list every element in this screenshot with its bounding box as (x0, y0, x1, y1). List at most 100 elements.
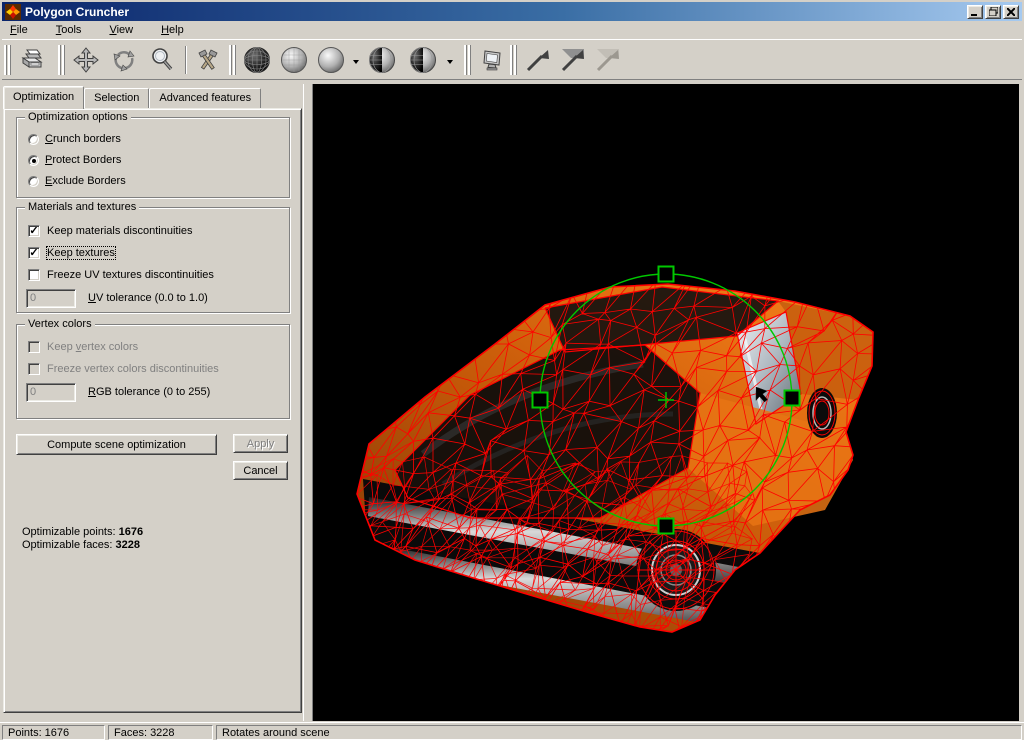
checkbox-freeze-vertex-colors-disabled: Freeze vertex colors discontinuities (28, 363, 219, 375)
printer-icon (21, 49, 43, 68)
zoom-button[interactable] (146, 44, 178, 76)
compute-scene-optimization-button[interactable]: Compute scene optimization (16, 434, 217, 455)
status-bar: Points: 1676 Faces: 3228 Rotates around … (0, 722, 1024, 740)
manipulator-handle-bottom[interactable] (657, 517, 675, 535)
checkbox-label: Freeze UV textures discontinuities (47, 269, 214, 281)
smooth-sphere-icon (318, 47, 344, 73)
radio-exclude-borders[interactable]: Exclude Borders (28, 175, 126, 187)
checkbox-disabled (28, 341, 40, 353)
group-title: Vertex colors (25, 318, 95, 330)
radio-label: Protect Borders (45, 154, 122, 166)
radio-label: Crunch borders (45, 133, 121, 145)
vertex-colors-group: Vertex colors Keep vertex colors Freeze … (16, 318, 290, 419)
smooth-render-button[interactable] (315, 44, 347, 76)
optimizable-points-line: Optimizable points: 1676 (22, 526, 144, 538)
uv-tolerance-label-wrap: UV tolerance (0.0 to 1.0) (88, 292, 208, 304)
viewport-3d[interactable] (313, 84, 1019, 721)
checkbox-label: Keep textures (46, 246, 116, 260)
optimization-options-group: Optimization options Crunch borders Prot… (16, 111, 290, 198)
radio-circle[interactable] (28, 175, 39, 187)
checkbox-label: Keep materials discontinuities (47, 225, 193, 237)
menu-view[interactable]: View (101, 22, 141, 38)
undo-level-2-button[interactable] (557, 44, 589, 76)
rotate-button[interactable] (108, 44, 140, 76)
move-arrows-icon (73, 47, 99, 73)
crossed-hammers-icon (198, 49, 218, 70)
rgb-tolerance-label-wrap: RGB tolerance (0 to 255) (88, 386, 210, 398)
ne-arrow-disabled-icon (596, 49, 619, 72)
half-wireframe-sphere-icon (410, 47, 436, 73)
tab-advanced-features[interactable]: Advanced features (149, 88, 262, 109)
group-title: Optimization options (25, 111, 131, 123)
manipulator-handle-top[interactable] (657, 265, 675, 283)
optimize-wizard-button[interactable] (192, 44, 224, 76)
cancel-button[interactable]: Cancel (233, 461, 288, 480)
uv-tolerance-input[interactable]: 0 (26, 289, 76, 308)
toolbar-separator (185, 46, 187, 74)
status-faces: Faces: 3228 (108, 725, 213, 740)
manipulator-handle-left[interactable] (531, 391, 549, 409)
faces-value: 3228 (115, 539, 141, 551)
viewport-setup-button[interactable] (476, 44, 508, 76)
mixed-render-a-button[interactable] (366, 44, 398, 76)
menu-tools[interactable]: Tools (48, 22, 90, 38)
checkbox-label: Freeze vertex colors discontinuities (47, 363, 219, 375)
status-points: Points: 1676 (2, 725, 105, 740)
apply-button-disabled: Apply (233, 434, 288, 453)
group-title: Materials and textures (25, 201, 140, 213)
checkbox-unchecked[interactable] (28, 269, 40, 281)
title-bar: Polygon Cruncher (2, 2, 1022, 21)
front-wheel-wireframe (637, 530, 715, 610)
checkbox-keep-textures[interactable]: ✓ Keep textures (28, 246, 116, 260)
restore-button[interactable] (985, 4, 1001, 19)
toolbar (2, 39, 1022, 80)
rotate-arrows-icon (113, 50, 135, 72)
toolbar-grip[interactable] (229, 45, 236, 75)
tab-optimization[interactable]: Optimization (3, 86, 85, 109)
print-button[interactable] (16, 44, 48, 76)
menu-help[interactable]: Help (153, 22, 192, 38)
mixed-render-b-button[interactable] (407, 44, 439, 76)
wireframe-sphere-icon (244, 47, 270, 73)
menu-bar: File Tools View Help (2, 21, 1022, 39)
radio-label: Exclude Borders (45, 175, 126, 187)
window-title: Polygon Cruncher (25, 4, 130, 19)
menu-file[interactable]: File (2, 22, 36, 38)
rgb-tolerance-label: RGB tolerance (0 to 255) (88, 386, 211, 398)
pan-button[interactable] (70, 44, 102, 76)
faceted-sphere-icon (281, 47, 307, 73)
radio-circle[interactable] (28, 133, 39, 145)
checkbox-freeze-uv[interactable]: Freeze UV textures discontinuities (28, 269, 214, 281)
panel-splitter[interactable] (303, 84, 313, 721)
app-icon (5, 3, 21, 20)
toolbar-grip[interactable] (58, 45, 65, 75)
checkbox-checked[interactable]: ✓ (28, 247, 40, 259)
optimizable-faces-line: Optimizable faces: 3228 (22, 539, 141, 551)
close-button[interactable] (1003, 4, 1019, 19)
faceted-render-button[interactable] (278, 44, 310, 76)
materials-textures-group: Materials and textures ✓ Keep materials … (16, 201, 290, 313)
smooth-render-dropdown[interactable] (351, 57, 360, 65)
monitor-icon (483, 50, 501, 71)
status-hint: Rotates around scene (216, 725, 1022, 740)
scene-car-wireframe (356, 265, 874, 633)
undo-level-3-button-disabled (592, 44, 624, 76)
manipulator-handle-right[interactable] (783, 389, 801, 407)
checkbox-keep-materials[interactable]: ✓ Keep materials discontinuities (28, 225, 193, 237)
wireframe-render-button[interactable] (241, 44, 273, 76)
minimize-button[interactable] (967, 4, 983, 19)
radio-crunch-borders[interactable]: Crunch borders (28, 133, 121, 145)
undo-level-1-button[interactable] (522, 44, 554, 76)
mixed-render-dropdown[interactable] (445, 57, 454, 65)
checkbox-checked[interactable]: ✓ (28, 225, 40, 237)
toolbar-grip[interactable] (464, 45, 471, 75)
radio-circle-selected[interactable] (28, 154, 39, 166)
checkbox-disabled (28, 363, 40, 375)
toolbar-grip[interactable] (4, 45, 11, 75)
points-value: 1676 (118, 526, 144, 538)
uv-tolerance-label: UV tolerance (0.0 to 1.0) (88, 292, 208, 304)
toolbar-grip[interactable] (510, 45, 517, 75)
optimizable-stats: Optimizable points: 1676 Optimizable fac… (22, 526, 143, 552)
radio-protect-borders[interactable]: Protect Borders (28, 154, 121, 166)
tab-selection[interactable]: Selection (84, 88, 150, 109)
